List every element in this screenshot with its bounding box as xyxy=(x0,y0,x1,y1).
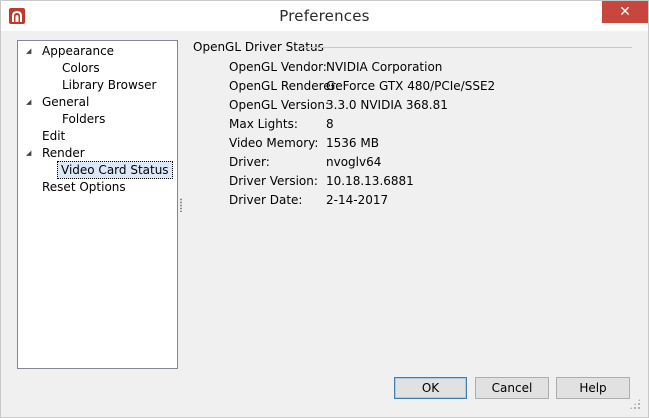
expanded-triangle-icon[interactable]: ◢ xyxy=(26,145,31,162)
tree-item-render[interactable]: ◢ Render xyxy=(18,145,175,162)
value-video-memory: 1536 MB xyxy=(326,136,379,150)
cancel-button[interactable]: Cancel xyxy=(475,377,549,399)
value-driver-date: 2-14-2017 xyxy=(326,193,389,207)
tree-item-reset-options[interactable]: Reset Options xyxy=(18,179,175,196)
value-max-lights: 8 xyxy=(326,117,334,131)
tree-item-label: Render xyxy=(42,146,85,160)
group-divider xyxy=(302,47,632,48)
preferences-tree[interactable]: ◢ Appearance Colors Library Browser ◢ Ge… xyxy=(17,40,178,369)
tree-item-appearance[interactable]: ◢ Appearance xyxy=(18,43,175,60)
value-opengl-version: 3.3.0 NVIDIA 368.81 xyxy=(326,98,448,112)
resize-grip-icon[interactable] xyxy=(629,398,641,410)
tree-item-label-selected: Video Card Status xyxy=(57,161,173,179)
tree-item-general[interactable]: ◢ General xyxy=(18,94,175,111)
splitter-handle[interactable] xyxy=(180,198,182,212)
help-button[interactable]: Help xyxy=(556,377,630,399)
value-driver: nvoglv64 xyxy=(326,155,382,169)
tree-item-library-browser[interactable]: Library Browser xyxy=(18,77,175,94)
label-driver-date: Driver Date: xyxy=(229,193,303,207)
ok-button[interactable]: OK xyxy=(394,377,467,399)
tree-item-edit[interactable]: Edit xyxy=(18,128,175,145)
label-max-lights: Max Lights: xyxy=(229,117,298,131)
label-opengl-version: OpenGL Version: xyxy=(229,98,330,112)
tree-item-label: Folders xyxy=(62,112,106,126)
tree-item-label: Library Browser xyxy=(62,78,157,92)
value-driver-version: 10.18.13.6881 xyxy=(326,174,414,188)
tree-item-colors[interactable]: Colors xyxy=(18,60,175,77)
label-driver: Driver: xyxy=(229,155,270,169)
tree-item-video-card-status[interactable]: Video Card Status xyxy=(18,161,175,179)
label-driver-version: Driver Version: xyxy=(229,174,318,188)
label-opengl-renderer: OpenGL Renderer: xyxy=(229,79,340,93)
tree-item-label: Colors xyxy=(62,61,100,75)
tree-item-label: Appearance xyxy=(42,44,115,58)
preferences-window: Preferences ✕ ◢ Appearance Colors Librar… xyxy=(0,0,649,418)
value-opengl-renderer: GeForce GTX 480/PCIe/SSE2 xyxy=(326,79,496,93)
close-icon: ✕ xyxy=(619,4,631,20)
expanded-triangle-icon[interactable]: ◢ xyxy=(26,43,31,60)
value-opengl-vendor: NVIDIA Corporation xyxy=(326,60,443,74)
tree-item-label: Edit xyxy=(42,129,66,143)
label-opengl-vendor: OpenGL Vendor: xyxy=(229,60,327,74)
close-button[interactable]: ✕ xyxy=(602,1,648,23)
expanded-triangle-icon[interactable]: ◢ xyxy=(26,94,31,111)
label-video-memory: Video Memory: xyxy=(229,136,319,150)
window-title: Preferences xyxy=(279,7,370,25)
tree-item-label: Reset Options xyxy=(42,180,126,194)
tree-item-label: General xyxy=(42,95,90,109)
title-bar: Preferences ✕ xyxy=(1,1,648,31)
tree-item-folders[interactable]: Folders xyxy=(18,111,175,128)
